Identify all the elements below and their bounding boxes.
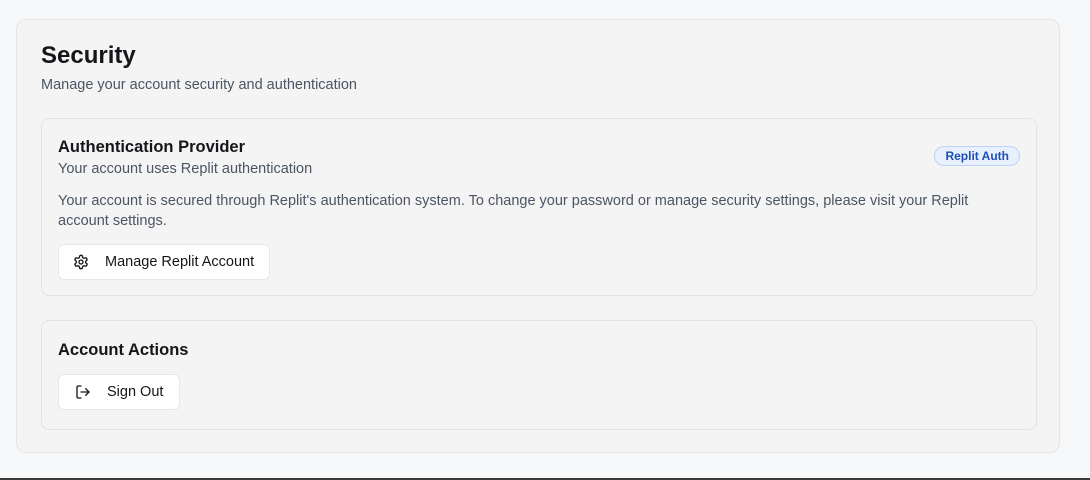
- log-out-icon: [75, 384, 91, 400]
- sign-out-label: Sign Out: [107, 384, 164, 400]
- page-title: Security: [41, 42, 136, 69]
- account-actions-title: Account Actions: [58, 341, 189, 359]
- sign-out-button[interactable]: Sign Out: [58, 374, 180, 410]
- manage-replit-account-button[interactable]: Manage Replit Account: [58, 244, 270, 280]
- page-subtitle: Manage your account security and authent…: [41, 77, 357, 93]
- page: Security Manage your account security an…: [0, 0, 1090, 480]
- auth-provider-description: Your account uses Replit authentication: [58, 161, 313, 177]
- replit-auth-badge: Replit Auth: [934, 146, 1020, 166]
- auth-provider-title: Authentication Provider: [58, 138, 246, 156]
- security-card: Security Manage your account security an…: [16, 19, 1060, 453]
- auth-provider-body: Your account is secured through Replit's…: [58, 193, 969, 229]
- authentication-provider-section: Authentication Provider Your account use…: [41, 118, 1037, 296]
- account-actions-section: Account Actions Sign Out: [41, 320, 1037, 430]
- manage-replit-account-label: Manage Replit Account: [105, 254, 255, 270]
- gear-icon: [73, 254, 89, 270]
